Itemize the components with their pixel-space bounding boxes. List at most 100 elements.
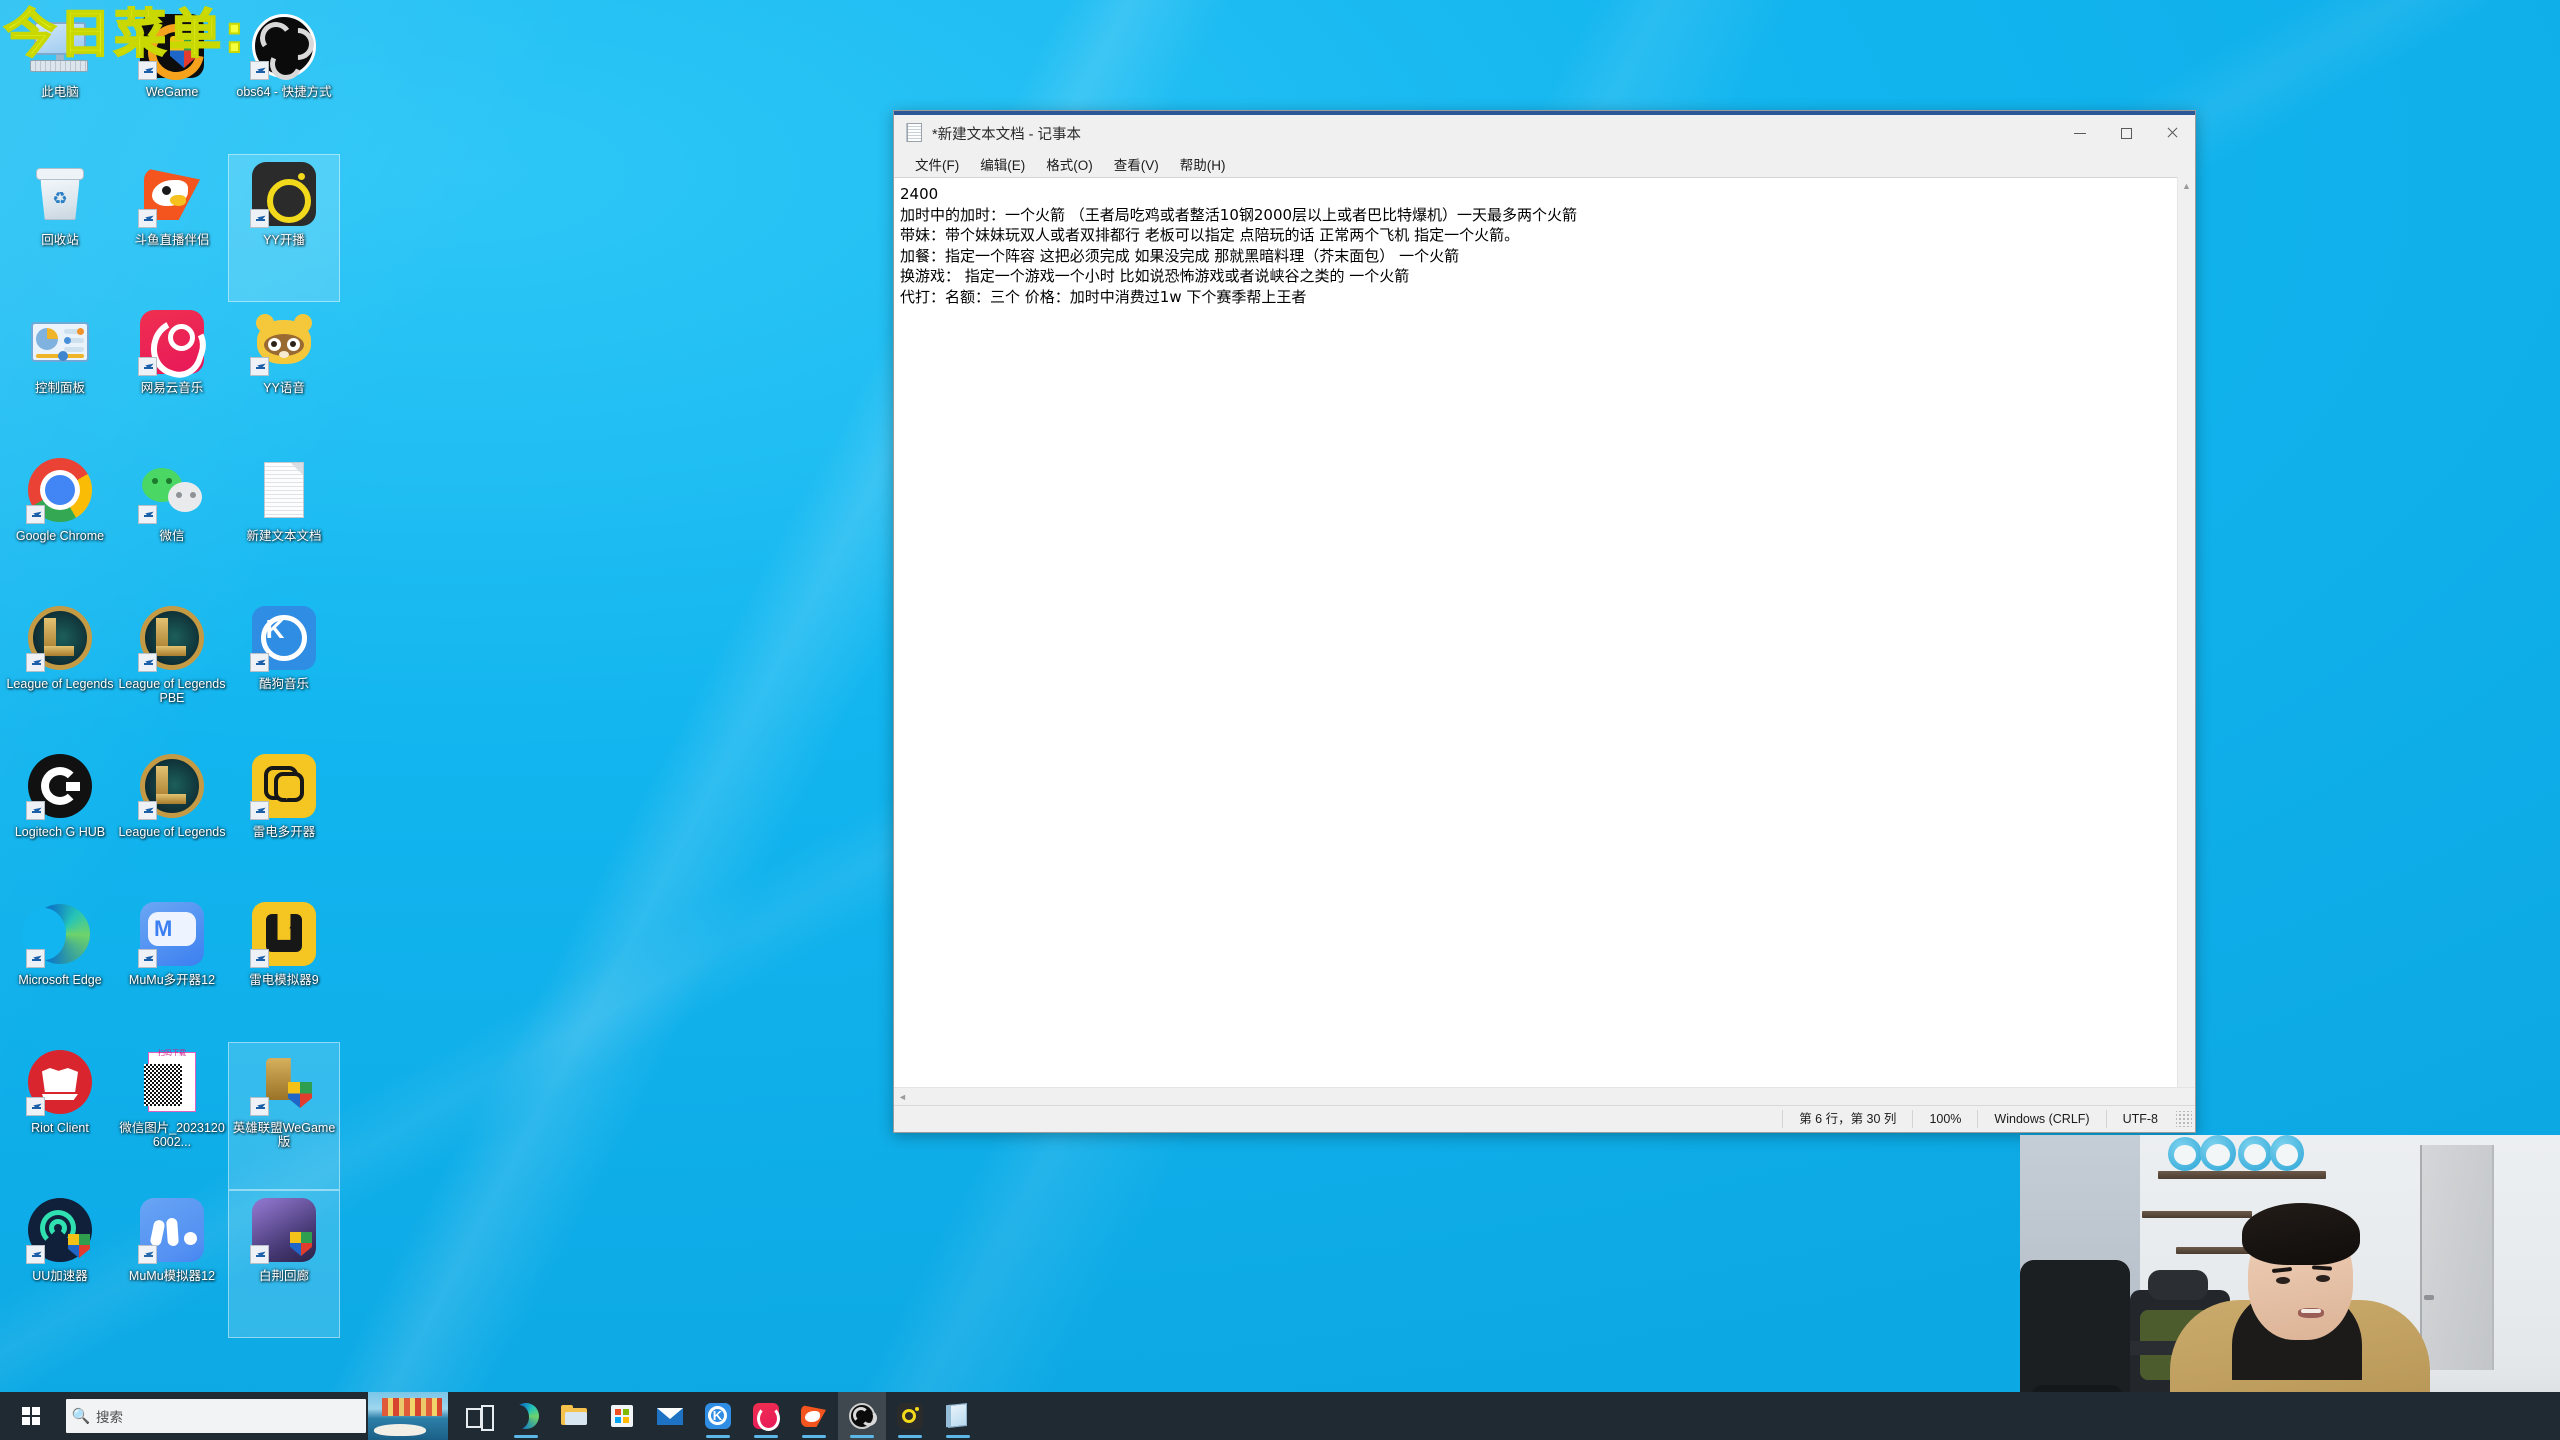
desktop-icon-chrome[interactable]: Google Chrome [4, 450, 116, 598]
doraemon-plush-face [2244, 1144, 2266, 1165]
desktop-icon-logitech[interactable]: Logitech G HUB [4, 746, 116, 894]
desktop-icon-label: League of Legends PBE [118, 677, 226, 705]
lol-wegame-icon [250, 1050, 316, 1116]
webcam-person-hair [2242, 1203, 2360, 1265]
notepad-text-area[interactable]: 2400 加时中的加时：一个火箭 （王者局吃鸡或者整活10钢2000层以上或者巴… [894, 177, 2177, 1087]
taskbar-item-mail[interactable] [646, 1392, 694, 1440]
notepad-icon [944, 1402, 972, 1430]
desktop-icon-label: Riot Client [31, 1121, 89, 1135]
desktop-icon-row: Riot Client 扫码下载 微信图片_20231206002... 英雄联盟We… [4, 1042, 344, 1190]
uu-booster-icon [26, 1198, 92, 1264]
desktop-icon-kugou[interactable]: K 酷狗音乐 [228, 598, 340, 746]
desktop-icon-label: 新建文本文档 [246, 529, 322, 543]
search-input[interactable]: 搜索 [96, 1406, 123, 1426]
stream-overlay-title: 今日菜单: [3, 4, 248, 66]
ld-multi-icon [250, 754, 316, 820]
lol-icon [138, 754, 204, 820]
encoding: UTF-8 [2105, 1110, 2174, 1128]
desktop-icon-yy-kaibo[interactable]: YY开播 [228, 154, 340, 302]
scroll-up-icon[interactable]: ▲ [2178, 177, 2195, 194]
taskbar-item-file-explorer[interactable] [550, 1392, 598, 1440]
taskbar-item-task-view[interactable] [454, 1392, 502, 1440]
notepad-window[interactable]: *新建文本文档 - 记事本 文件(F) 编辑(E) 格式(O) 查看(V) 帮助… [893, 110, 2196, 1133]
desktop-icon-row: Google Chrome 微信 新建文本文档 [4, 450, 344, 598]
notepad-body: 2400 加时中的加时：一个火箭 （王者局吃鸡或者整活10钢2000层以上或者巴… [894, 177, 2195, 1087]
taskbar-search-box[interactable]: 🔍 搜索 [66, 1399, 366, 1433]
taskbar-item-douyu-live[interactable] [790, 1392, 838, 1440]
desktop-icon-label: 控制面板 [34, 381, 85, 395]
kugou-music-icon: K [704, 1402, 732, 1430]
desktop-icon-edge[interactable]: Microsoft Edge [4, 894, 116, 1042]
taskbar-item-netease-music[interactable] [742, 1392, 790, 1440]
running-indicator [802, 1435, 826, 1438]
taskbar-item-notepad[interactable] [934, 1392, 982, 1440]
menu-edit[interactable]: 编辑(E) [971, 151, 1034, 177]
taskbar-item-microsoft-edge[interactable] [502, 1392, 550, 1440]
desktop-icon-lol[interactable]: League of Legends PBE [116, 598, 228, 746]
doraemon-plush-face [2206, 1144, 2230, 1166]
webcam-shelf [2142, 1211, 2252, 1218]
desktop-icon-uu-booster[interactable]: UU加速器 [4, 1190, 116, 1338]
desktop-icon-mumu-emulator[interactable]: MuMu模拟器12 [116, 1190, 228, 1338]
control-panel-icon [28, 310, 92, 374]
desktop-icon-ld-emulator[interactable]: 雷电模拟器9 [228, 894, 340, 1042]
shortcut-overlay-icon [250, 949, 269, 968]
desktop-icon-lol[interactable]: League of Legends [4, 598, 116, 746]
close-button[interactable] [2149, 115, 2195, 151]
search-icon: 🔍 [71, 1408, 91, 1425]
obs-studio-icon [848, 1402, 877, 1430]
desktop-background[interactable]: 此电脑 WeGame obs64 - 快捷方式 ♻ 回收站 斗鱼直播伴侣 YY开播 控制面板 网… [0, 0, 2560, 1440]
taskbar-item-obs-studio[interactable] [838, 1392, 886, 1440]
desktop-icon-row: UU加速器 MuMu模拟器12 白荆回廊 [4, 1190, 344, 1338]
desktop-icon-baijing[interactable]: 白荆回廊 [228, 1190, 340, 1338]
menu-view[interactable]: 查看(V) [1105, 151, 1168, 177]
scroll-left-icon[interactable]: ◄ [894, 1088, 911, 1105]
notepad-titlebar[interactable]: *新建文本文档 - 记事本 [894, 115, 2195, 151]
menu-help[interactable]: 帮助(H) [1171, 151, 1235, 177]
text-line: 加时中的加时：一个火箭 （王者局吃鸡或者整活10钢2000层以上或者巴比特爆机）… [900, 205, 1578, 224]
desktop-icon-row: League of Legends League of Legends PBE K 酷… [4, 598, 344, 746]
taskbar-item-kugou-music[interactable]: K [694, 1392, 742, 1440]
webcam-person-eye [2276, 1277, 2290, 1284]
kugou-icon: K [250, 606, 316, 672]
webcam-door [2420, 1145, 2494, 1395]
desktop-icon-ld-multi[interactable]: 雷电多开器 [228, 746, 340, 894]
minimize-button[interactable] [2057, 115, 2103, 151]
desktop-icon-wechat[interactable]: 微信 [116, 450, 228, 598]
taskbar[interactable]: 🔍 搜索 K [0, 1392, 2560, 1440]
start-button[interactable] [0, 1392, 62, 1440]
maximize-button[interactable] [2103, 115, 2149, 151]
news-and-interests-thumbnail[interactable] [368, 1392, 448, 1440]
horizontal-scrollbar[interactable]: ◄ [894, 1087, 2195, 1105]
desktop-icon-row: 控制面板 网易云音乐 YY语音 [4, 302, 344, 450]
desktop-icon-mumu-multi[interactable]: M MuMu多开器12 [116, 894, 228, 1042]
desktop-icon-row: Microsoft Edge M MuMu多开器12 雷电模拟器9 [4, 894, 344, 1042]
resize-grip-icon[interactable] [2176, 1111, 2192, 1127]
shortcut-overlay-icon [250, 801, 269, 820]
desktop-icon-lol-wegame[interactable]: 英雄联盟WeGame版 [228, 1042, 340, 1190]
shortcut-overlay-icon [138, 1245, 157, 1264]
desktop-icon-yy-voice[interactable]: YY语音 [228, 302, 340, 450]
desktop-icon-netease-music[interactable]: 网易云音乐 [116, 302, 228, 450]
taskbar-item-microsoft-store[interactable] [598, 1392, 646, 1440]
desktop-icon-recycle-bin[interactable]: ♻ 回收站 [4, 154, 116, 302]
lol-icon [26, 606, 92, 672]
desktop-icon-lol[interactable]: League of Legends [116, 746, 228, 894]
desktop-icon-txt-doc[interactable]: 新建文本文档 [228, 450, 340, 598]
desktop-icon-label: 英雄联盟WeGame版 [232, 1121, 336, 1149]
taskbar-item-yy-kaibo[interactable] [886, 1392, 934, 1440]
desktop-icon-label: 白荆回廊 [258, 1269, 309, 1283]
shortcut-overlay-icon [250, 1097, 269, 1116]
desktop-icon-douyu[interactable]: 斗鱼直播伴侣 [116, 154, 228, 302]
desktop-icon-riot[interactable]: Riot Client [4, 1042, 116, 1190]
shortcut-overlay-icon [250, 1245, 269, 1264]
menu-format[interactable]: 格式(O) [1037, 151, 1102, 177]
text-line: 换游戏： 指定一个游戏一个小时 比如说恐怖游戏或者说峡谷之类的 一个火箭 [900, 267, 1410, 285]
zoom-level[interactable]: 100% [1912, 1110, 1977, 1128]
menu-file[interactable]: 文件(F) [906, 151, 968, 177]
desktop-icon-qr-image[interactable]: 扫码下载 微信图片_20231206002... [116, 1042, 228, 1190]
desktop-icon-control-panel[interactable]: 控制面板 [4, 302, 116, 450]
vertical-scrollbar[interactable]: ▲ [2177, 177, 2195, 1087]
shortcut-overlay-icon [138, 801, 157, 820]
horizontal-scroll-track[interactable]: ◄ [894, 1088, 2178, 1105]
